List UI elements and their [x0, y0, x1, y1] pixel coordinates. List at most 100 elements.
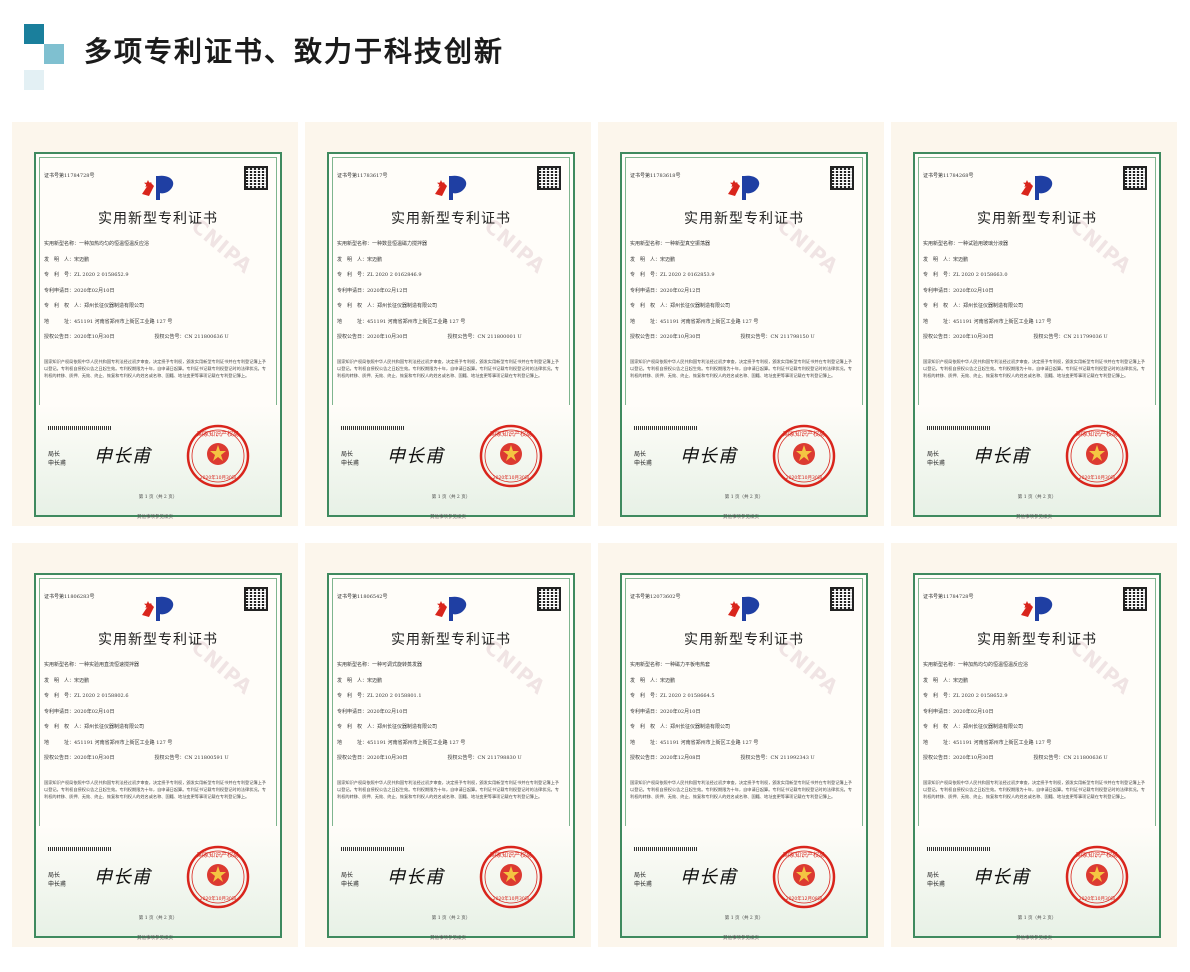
- field-utility-name: 实用新型名称：一种实验用直流恒速搅拌器: [44, 661, 270, 677]
- utility-name: 实用新型名称：一种可调式旋转蒸发器: [337, 662, 423, 668]
- svg-text:国家知识产权局: 国家知识产权局: [783, 851, 825, 859]
- seal-date: 2020年10月30日: [493, 895, 529, 902]
- director-label: 局长: [341, 872, 354, 879]
- field-patent-number: 专 利 号：ZL 2020 2 0162846.9: [337, 271, 563, 287]
- patentee: 专 利 权 人：郑州长征仪器制造有限公司: [923, 303, 1024, 309]
- director-labels: 局长 申长甫: [48, 871, 66, 889]
- certificate-footer: 其他事项参见续页: [137, 936, 173, 941]
- field-inventor: 发 明 人：宋迈鹏: [44, 677, 270, 693]
- official-seal-icon: 国家知识产权局 2020年10月30日: [772, 424, 836, 488]
- director-label: 局长: [341, 451, 354, 458]
- field-address: 地 址：451191 河南省郑州市上街区工业路 127 号: [630, 318, 856, 334]
- qr-code-icon: [244, 587, 268, 611]
- certificate-number: 证书号第11783618号: [630, 173, 681, 179]
- application-date: 专利申请日：2020年02月10日: [630, 708, 701, 715]
- certificate-grid: CNIPA 证书号第11784728号 实用新型专利证书 实用新型名称：一种加热…: [12, 122, 1178, 960]
- field-application-date: 专利申请日：2020年02月12日: [337, 287, 563, 303]
- certificate-fields: 实用新型名称：一种试验用玻璃分液器 发 明 人：宋迈鹏 专 利 号：ZL 202…: [923, 240, 1149, 349]
- application-date: 专利申请日：2020年02月10日: [44, 708, 115, 715]
- grant-number: 授权公告号：CN 211800636 U: [154, 334, 229, 340]
- inventor: 发 明 人：宋迈鹏: [44, 256, 90, 263]
- patent-number: 专 利 号：ZL 2020 2 0158802.6: [44, 693, 129, 699]
- certificate-fields: 实用新型名称：一种数显恒温磁力搅拌器 发 明 人：宋迈鹏 专 利 号：ZL 20…: [337, 240, 563, 349]
- director-name-label: 申长甫: [341, 881, 360, 888]
- svg-text:国家知识产权局: 国家知识产权局: [197, 430, 239, 438]
- cnipa-logo-icon: [142, 596, 174, 621]
- field-grant: 授权公告日：2020年10月30日 授权公告号：CN 211800636 U: [44, 333, 270, 349]
- qr-code-icon: [830, 587, 854, 611]
- field-utility-name: 实用新型名称：一种新型真空振荡器: [630, 240, 856, 256]
- page-number: 第 1 页（共 2 页）: [1017, 916, 1057, 921]
- barcode: [927, 426, 991, 430]
- certificate-card-5[interactable]: CNIPA 证书号第11806283号 实用新型专利证书 实用新型名称：一种实验…: [12, 543, 298, 947]
- field-application-date: 专利申请日：2020年02月12日: [630, 287, 856, 303]
- certificate-card-2[interactable]: CNIPA 证书号第11783617号 实用新型专利证书 实用新型名称：一种数显…: [305, 122, 591, 526]
- certificate-card-6[interactable]: CNIPA 证书号第11806542号 实用新型专利证书 实用新型名称：一种可调…: [305, 543, 591, 947]
- director-signature: 申长甫: [387, 446, 444, 467]
- certificate-fields: 实用新型名称：一种加热均匀的恒温恒温反应浴 发 明 人：宋迈鹏 专 利 号：ZL…: [44, 240, 270, 349]
- cnipa-logo-icon: [142, 175, 174, 200]
- certificate-card-8[interactable]: CNIPA 证书号第11784728号 实用新型专利证书 实用新型名称：一种加热…: [891, 543, 1177, 947]
- field-address: 地 址：451191 河南省郑州市上街区工业路 127 号: [923, 739, 1149, 755]
- patent-number: 专 利 号：ZL 2020 2 0158664.5: [630, 693, 715, 699]
- certificate-paragraph: 国家知识产权局依照中华人民共和国专利法经过初步审查，决定授予专利权，颁发实用新型…: [630, 780, 852, 799]
- cnipa-logo-icon: [1021, 175, 1053, 200]
- director-label: 局长: [48, 451, 61, 458]
- certificate-title: 实用新型专利证书: [977, 632, 1097, 648]
- certificate-footer: 其他事项参见续页: [137, 515, 173, 520]
- address: 地 址：451191 河南省郑州市上街区工业路 127 号: [44, 739, 173, 746]
- certificate-footer: 其他事项参见续页: [430, 936, 466, 941]
- grant-date: 授权公告日：2020年10月30日: [44, 334, 115, 340]
- seal-date: 2020年12月08日: [786, 895, 822, 902]
- grant-number: 授权公告号：CN 211798150 U: [740, 334, 815, 340]
- certificate-card-3[interactable]: CNIPA 证书号第11783618号 实用新型专利证书 实用新型名称：一种新型…: [598, 122, 884, 526]
- application-date: 专利申请日：2020年02月10日: [44, 287, 115, 294]
- grant-number: 授权公告号：CN 211798830 U: [447, 755, 522, 761]
- svg-text:国家知识产权局: 国家知识产权局: [490, 851, 532, 859]
- certificate-paragraph: 国家知识产权局依照中华人民共和国专利法经过初步审查，决定授予专利权，颁发实用新型…: [337, 359, 559, 378]
- certificate-card-1[interactable]: CNIPA 证书号第11784728号 实用新型专利证书 实用新型名称：一种加热…: [12, 122, 298, 526]
- field-patentee: 专 利 权 人：郑州长征仪器制造有限公司: [630, 302, 856, 318]
- inventor: 发 明 人：宋迈鹏: [337, 256, 383, 263]
- utility-name: 实用新型名称：一种加热均匀的恒温恒温反应浴: [923, 662, 1029, 668]
- seal-date: 2020年10月30日: [200, 474, 236, 481]
- certificate-title: 实用新型专利证书: [391, 211, 511, 227]
- grant-date: 授权公告日：2020年10月30日: [923, 334, 994, 340]
- official-seal-icon: 国家知识产权局 2020年10月30日: [1065, 845, 1129, 909]
- certificate-number: 证书号第11784268号: [923, 173, 974, 179]
- field-utility-name: 实用新型名称：一种加热均匀的恒温恒温反应浴: [923, 661, 1149, 677]
- director-name-label: 申长甫: [634, 881, 653, 888]
- field-application-date: 专利申请日：2020年02月10日: [923, 708, 1149, 724]
- field-utility-name: 实用新型名称：一种数显恒温磁力搅拌器: [337, 240, 563, 256]
- seal-date: 2020年10月30日: [1079, 895, 1115, 902]
- director-labels: 局长 申长甫: [927, 871, 945, 889]
- director-signature: 申长甫: [94, 867, 151, 888]
- director-signature: 申长甫: [94, 446, 151, 467]
- application-date: 专利申请日：2020年02月10日: [337, 708, 408, 715]
- certificate-title: 实用新型专利证书: [98, 211, 218, 227]
- certificate-fields: 实用新型名称：一种可调式旋转蒸发器 发 明 人：宋迈鹏 专 利 号：ZL 202…: [337, 661, 563, 770]
- inventor: 发 明 人：宋迈鹏: [630, 677, 676, 684]
- field-address: 地 址：451191 河南省郑州市上街区工业路 127 号: [337, 739, 563, 755]
- qr-code-icon: [537, 587, 561, 611]
- director-label: 局长: [634, 872, 647, 879]
- official-seal-icon: 国家知识产权局 2020年12月08日: [772, 845, 836, 909]
- field-utility-name: 实用新型名称：一种可调式旋转蒸发器: [337, 661, 563, 677]
- certificate-footer: 其他事项参见续页: [723, 936, 759, 941]
- field-utility-name: 实用新型名称：一种磁力平板电热套: [630, 661, 856, 677]
- official-seal-icon: 国家知识产权局 2020年10月30日: [479, 845, 543, 909]
- director-labels: 局长 申长甫: [927, 450, 945, 468]
- certificate-card-7[interactable]: CNIPA 证书号第12073602号 实用新型专利证书 实用新型名称：一种磁力…: [598, 543, 884, 947]
- certificate-number: 证书号第11784728号: [44, 173, 95, 179]
- certificate-title: 实用新型专利证书: [391, 632, 511, 648]
- certificate-card-4[interactable]: CNIPA 证书号第11784268号 实用新型专利证书 实用新型名称：一种试验…: [891, 122, 1177, 526]
- field-grant: 授权公告日：2020年10月30日 授权公告号：CN 211798150 U: [630, 333, 856, 349]
- address: 地 址：451191 河南省郑州市上街区工业路 127 号: [923, 318, 1052, 325]
- patentee: 专 利 权 人：郑州长征仪器制造有限公司: [44, 303, 145, 309]
- page-number: 第 1 页（共 2 页）: [431, 495, 471, 500]
- decor-square-dark: [24, 24, 44, 44]
- grant-date: 授权公告日：2020年10月30日: [337, 334, 408, 340]
- qr-code-icon: [537, 166, 561, 190]
- certificate-document: CNIPA 证书号第11806542号 实用新型专利证书 实用新型名称：一种可调…: [327, 573, 575, 938]
- certificate-footer: 其他事项参见续页: [1016, 936, 1052, 941]
